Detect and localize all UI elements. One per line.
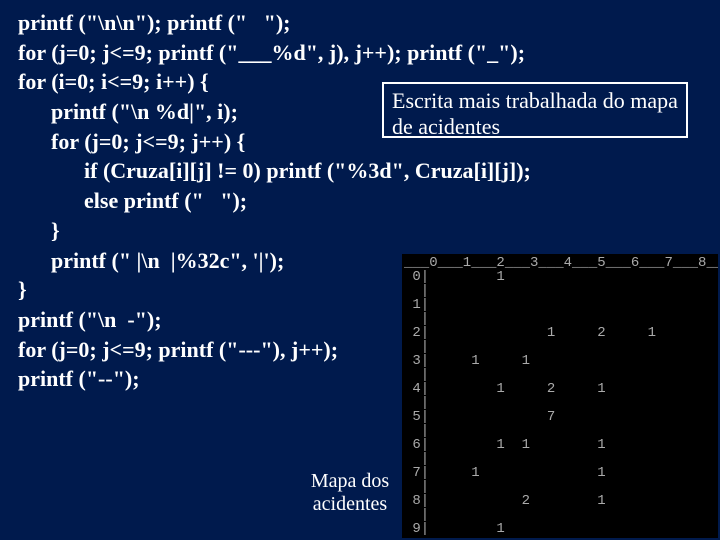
code-line: printf ("\n\n"); printf (" ");	[18, 10, 291, 35]
code-line: for (j=0; j<=9; j++) {	[18, 129, 245, 154]
code-line: printf ("--");	[18, 366, 140, 391]
console-output: ___0___1___2___3___4___5___6___7___8___9…	[402, 254, 718, 538]
code-line: for (i=0; i<=9; i++) {	[18, 69, 209, 94]
code-line: for (j=0; j<=9; printf ("___%d", j), j++…	[18, 40, 525, 65]
callout-box: Escrita mais trabalhada do mapa de acide…	[382, 82, 688, 138]
code-line: printf (" |\n |%32c", '|');	[18, 248, 284, 273]
code-line: }	[18, 218, 60, 243]
console-caption-text: Mapa dos acidentes	[311, 470, 389, 515]
code-line: for (j=0; j<=9; printf ("---"), j++);	[18, 337, 338, 362]
code-line: printf ("\n %d|", i);	[18, 99, 238, 124]
code-line: }	[18, 277, 27, 302]
code-line: if (Cruza[i][j] != 0) printf ("%3d", Cru…	[18, 158, 531, 183]
code-line: else printf (" ");	[18, 188, 247, 213]
callout-text: Escrita mais trabalhada do mapa de acide…	[392, 88, 678, 139]
console-caption: Mapa dos acidentes	[305, 470, 395, 516]
code-line: printf ("\n -");	[18, 307, 162, 332]
console-row: -________________________________	[404, 535, 698, 538]
